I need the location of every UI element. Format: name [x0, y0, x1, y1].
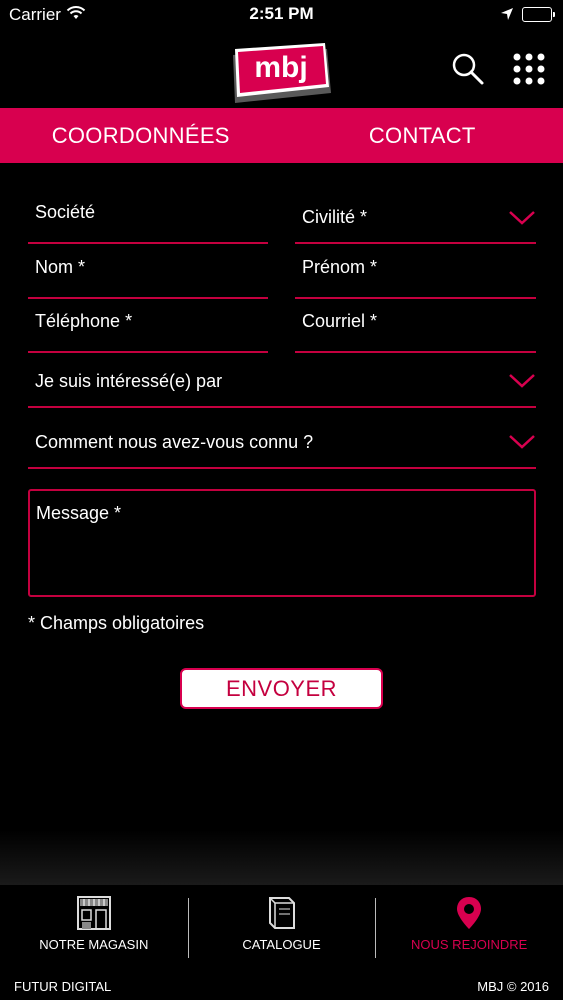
chevron-down-icon — [508, 210, 536, 226]
status-bar: Carrier 2:51 PM — [0, 0, 563, 30]
clock: 2:51 PM — [249, 4, 314, 23]
message-label: Message * — [36, 503, 122, 523]
courriel-field[interactable]: Courriel * — [295, 299, 536, 353]
bottom-shade — [0, 830, 563, 885]
interesse-label: Je suis intéressé(e) par — [35, 371, 223, 391]
chevron-down-icon — [508, 434, 536, 450]
footer-left: FUTUR DIGITAL — [14, 979, 112, 994]
interesse-select[interactable]: Je suis intéressé(e) par — [28, 353, 536, 408]
civilite-select[interactable]: Civilité * — [295, 190, 536, 244]
connu-label: Comment nous avez-vous connu ? — [35, 432, 314, 452]
grid-menu-icon[interactable] — [511, 51, 547, 87]
send-button[interactable]: ENVOYER — [180, 668, 383, 709]
logo-text: mbj — [254, 51, 307, 84]
mbj-logo: mbj — [229, 41, 333, 103]
courriel-label: Courriel * — [302, 311, 378, 331]
nom-label: Nom * — [35, 257, 86, 277]
tab-coordonnees[interactable]: COORDONNÉES — [0, 108, 282, 163]
battery-icon — [522, 7, 555, 22]
location-arrow-icon — [500, 6, 514, 26]
nav-divider — [375, 898, 377, 958]
store-icon — [76, 895, 112, 936]
nav-label: NOUS REJOINDRE — [411, 937, 528, 952]
nav-label: CATALOGUE — [242, 937, 321, 952]
tab-contact[interactable]: CONTACT — [282, 108, 563, 163]
search-icon[interactable] — [449, 50, 487, 88]
nom-field[interactable]: Nom * — [28, 244, 268, 299]
nav-label: NOTRE MAGASIN — [39, 937, 149, 952]
civilite-label: Civilité * — [302, 207, 368, 227]
prenom-label: Prénom * — [302, 257, 378, 277]
telephone-label: Téléphone * — [35, 311, 133, 331]
societe-label: Société — [35, 202, 96, 222]
message-textarea[interactable]: Message * — [28, 489, 536, 597]
societe-field[interactable]: Société — [28, 190, 268, 244]
prenom-field[interactable]: Prénom * — [295, 244, 536, 299]
nav-nous-rejoindre[interactable]: NOUS REJOINDRE — [375, 885, 563, 970]
footer: FUTUR DIGITAL MBJ © 2016 — [0, 970, 563, 1000]
bottom-nav: NOTRE MAGASIN CATALOGUE NOUS REJOINDRE — [0, 885, 563, 970]
telephone-field[interactable]: Téléphone * — [28, 299, 268, 353]
nav-catalogue[interactable]: CATALOGUE — [187, 885, 376, 970]
chevron-down-icon — [508, 373, 536, 389]
connu-select[interactable]: Comment nous avez-vous connu ? — [28, 408, 536, 469]
nav-notre-magasin[interactable]: NOTRE MAGASIN — [0, 885, 188, 970]
required-note: * Champs obligatoires — [28, 613, 205, 633]
app-header: mbj — [0, 30, 563, 108]
footer-right: MBJ © 2016 — [477, 979, 549, 994]
map-pin-icon — [455, 895, 483, 936]
catalogue-icon — [267, 895, 297, 936]
nav-divider — [187, 898, 189, 958]
tab-bar: COORDONNÉES CONTACT — [0, 108, 563, 163]
